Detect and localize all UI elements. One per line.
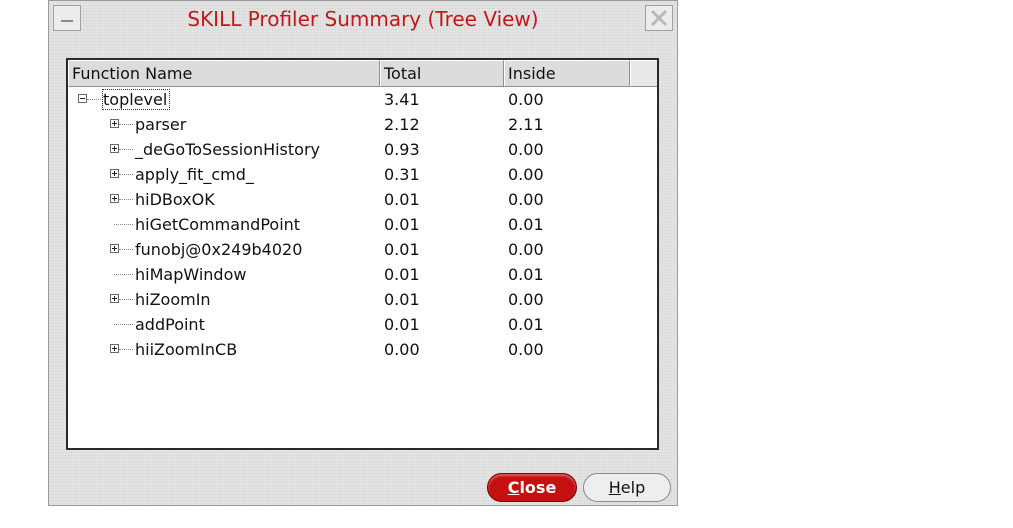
tree-row[interactable]: hiDBoxOK 0.01 0.00 [68, 188, 657, 213]
tree-connector [114, 324, 133, 325]
expand-icon[interactable] [110, 119, 119, 128]
total-cell: 0.01 [384, 265, 420, 284]
function-name-cell: apply_fit_cmd_ [135, 165, 254, 184]
total-cell: 0.00 [384, 340, 420, 359]
tree-row[interactable]: addPoint 0.01 0.01 [68, 313, 657, 338]
expand-icon[interactable] [110, 194, 119, 203]
profiler-tree-view[interactable]: Function Name Total Inside toplevel 3.41 0… [66, 58, 659, 450]
tree-connector [87, 99, 101, 100]
function-name-cell: hiiZoomInCB [135, 340, 238, 359]
window-title: SKILL Profiler Summary (Tree View) [187, 7, 539, 31]
inside-cell: 0.00 [508, 190, 544, 209]
column-header-function-name[interactable]: Function Name [68, 60, 380, 87]
expand-icon[interactable] [110, 294, 119, 303]
function-name-cell: _deGoToSessionHistory [135, 140, 320, 159]
profiler-summary-window: SKILL Profiler Summary (Tree View) Funct… [48, 0, 678, 506]
inside-cell: 2.11 [508, 115, 544, 134]
inside-cell: 0.01 [508, 315, 544, 334]
tree-row[interactable]: apply_fit_cmd_ 0.31 0.00 [68, 163, 657, 188]
total-cell: 3.41 [384, 90, 420, 109]
window-close-button[interactable] [645, 5, 673, 31]
inside-cell: 0.00 [508, 340, 544, 359]
tree-connector [119, 149, 133, 150]
expand-icon[interactable] [110, 169, 119, 178]
tree-connector [119, 124, 133, 125]
expand-icon[interactable] [110, 344, 119, 353]
function-name-cell: addPoint [135, 315, 205, 334]
function-name-cell: hiDBoxOK [135, 190, 215, 209]
function-name-cell: toplevel [101, 89, 171, 110]
close-x-icon [650, 9, 668, 27]
tree-row[interactable]: hiMapWindow 0.01 0.01 [68, 263, 657, 288]
total-cell: 0.01 [384, 315, 420, 334]
close-button[interactable]: Close [487, 473, 577, 502]
inside-cell: 0.00 [508, 165, 544, 184]
function-name-cell: parser [135, 115, 187, 134]
total-cell: 0.93 [384, 140, 420, 159]
inside-cell: 0.01 [508, 265, 544, 284]
function-name-cell: funobj@0x249b4020 [135, 240, 303, 259]
tree-connector [114, 224, 133, 225]
tree-connector [119, 349, 133, 350]
function-name-cell: hiGetCommandPoint [135, 215, 301, 234]
total-cell: 0.01 [384, 240, 420, 259]
help-button[interactable]: Help [583, 473, 671, 502]
tree-row[interactable]: parser 2.12 2.11 [68, 113, 657, 138]
column-header-inside[interactable]: Inside [504, 60, 630, 87]
collapse-icon[interactable] [78, 94, 87, 103]
tree-row[interactable]: _deGoToSessionHistory 0.93 0.00 [68, 138, 657, 163]
tree-row[interactable]: hiiZoomInCB 0.00 0.00 [68, 338, 657, 363]
total-cell: 0.31 [384, 165, 420, 184]
total-cell: 0.01 [384, 190, 420, 209]
expand-icon[interactable] [110, 244, 119, 253]
total-cell: 0.01 [384, 290, 420, 309]
total-cell: 0.01 [384, 215, 420, 234]
total-cell: 2.12 [384, 115, 420, 134]
column-header-total[interactable]: Total [380, 60, 504, 87]
tree-connector [119, 199, 133, 200]
tree-row[interactable]: funobj@0x249b4020 0.01 0.00 [68, 238, 657, 263]
tree-connector [114, 274, 133, 275]
title-bar[interactable]: SKILL Profiler Summary (Tree View) [49, 1, 677, 39]
tree-row[interactable]: toplevel 3.41 0.00 [68, 88, 657, 113]
tree-connector [119, 174, 133, 175]
inside-cell: 0.00 [508, 140, 544, 159]
inside-cell: 0.00 [508, 90, 544, 109]
expand-icon[interactable] [110, 144, 119, 153]
tree-row[interactable]: hiZoomIn 0.01 0.00 [68, 288, 657, 313]
tree-connector [119, 299, 133, 300]
tree-row[interactable]: hiGetCommandPoint 0.01 0.01 [68, 213, 657, 238]
function-name-cell: hiZoomIn [135, 290, 211, 309]
tree-connector [119, 249, 133, 250]
inside-cell: 0.00 [508, 290, 544, 309]
inside-cell: 0.00 [508, 240, 544, 259]
column-header-filler [630, 60, 657, 87]
inside-cell: 0.01 [508, 215, 544, 234]
function-name-cell: hiMapWindow [135, 265, 247, 284]
